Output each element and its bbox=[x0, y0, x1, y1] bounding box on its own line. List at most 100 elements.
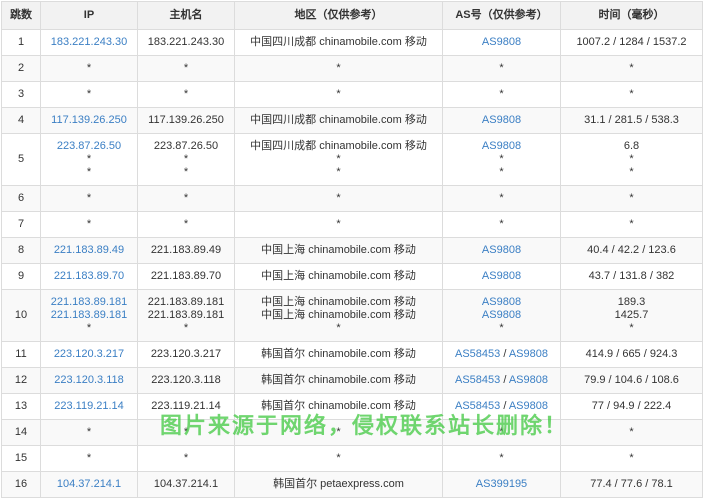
time-value: * bbox=[629, 426, 634, 438]
hop-cell: 3 bbox=[1, 81, 41, 108]
ip-cell: * bbox=[40, 445, 138, 472]
as-link[interactable]: AS9808 bbox=[509, 374, 548, 386]
as-line: * bbox=[443, 452, 560, 465]
as-line: * bbox=[443, 153, 560, 166]
as-link[interactable]: AS9808 bbox=[482, 270, 521, 282]
hop-cell: 2 bbox=[1, 55, 41, 82]
header-ip: IP bbox=[40, 1, 138, 30]
as-line: AS58453 / AS9808 bbox=[443, 374, 560, 387]
ip-link[interactable]: 223.119.21.14 bbox=[41, 400, 137, 413]
region-value: 中国四川成都 chinamobile.com 移动 bbox=[250, 36, 427, 48]
ip-link[interactable]: 223.87.26.50 bbox=[41, 140, 137, 153]
hostname-cell: 221.183.89.181 221.183.89.181 * bbox=[137, 289, 235, 342]
ip-link[interactable]: 221.183.89.181 bbox=[41, 296, 137, 309]
time-cell: 31.1 / 281.5 / 538.3 bbox=[560, 107, 703, 134]
header-hostname: 主机名 bbox=[137, 1, 235, 30]
table-row: 16 104.37.214.1 104.37.214.1 韩国首尔 petaexpre… bbox=[1, 471, 703, 498]
as-link[interactable]: AS9808 bbox=[482, 36, 521, 48]
table-row: 5 223.87.26.50 * * 223.87.26.50 * * 中国四川成都 chin… bbox=[1, 133, 703, 186]
region-cell: * bbox=[234, 81, 443, 108]
ip-link[interactable]: 221.183.89.70 bbox=[41, 270, 137, 283]
hop-cell: 10 bbox=[1, 289, 41, 342]
time-cell: * bbox=[560, 185, 703, 212]
time-value: 189.3 bbox=[617, 296, 646, 308]
hostname-value: * bbox=[183, 452, 189, 464]
time-value: 43.7 / 131.8 / 382 bbox=[588, 270, 675, 282]
hostname-value: 221.183.89.70 bbox=[150, 270, 222, 282]
hop-cell: 8 bbox=[1, 237, 41, 264]
time-cell: * bbox=[560, 55, 703, 82]
ip-cell: * bbox=[40, 211, 138, 238]
time-cell: 79.9 / 104.6 / 108.6 bbox=[560, 367, 703, 394]
as-link[interactable]: AS9808 bbox=[482, 244, 521, 256]
as-link[interactable]: AS9808 bbox=[482, 309, 521, 321]
table-row: 3 * * * * * bbox=[1, 81, 703, 108]
ip-link[interactable]: 221.183.89.49 bbox=[41, 244, 137, 257]
as-cell: * bbox=[442, 55, 561, 82]
as-link[interactable]: AS399195 bbox=[476, 478, 527, 490]
hostname-cell: * bbox=[137, 445, 235, 472]
hostname-value: 223.120.3.118 bbox=[151, 374, 221, 386]
as-cell: AS9808 AS9808 * bbox=[442, 289, 561, 342]
as-line: AS9808 bbox=[443, 114, 560, 127]
as-line: * bbox=[443, 88, 560, 101]
ip-link[interactable]: 104.37.214.1 bbox=[41, 478, 137, 491]
region-value: * bbox=[336, 192, 341, 204]
as-link[interactable]: AS9808 bbox=[482, 140, 521, 152]
as-line: * bbox=[443, 62, 560, 75]
as-value: * bbox=[499, 218, 504, 230]
as-cell: AS399195 bbox=[442, 471, 561, 498]
region-cell: * bbox=[234, 445, 443, 472]
region-cell: 中国上海 chinamobile.com 移动 bbox=[234, 263, 443, 290]
table-row: 11 223.120.3.217 223.120.3.217 韩国首尔 chinamo… bbox=[1, 341, 703, 368]
time-cell: 43.7 / 131.8 / 382 bbox=[560, 263, 703, 290]
ip-value: * bbox=[86, 166, 92, 178]
table-row: 6 * * * * * bbox=[1, 185, 703, 212]
as-link[interactable]: AS9808 bbox=[482, 114, 521, 126]
ip-cell: * bbox=[40, 81, 138, 108]
ip-link[interactable]: 117.139.26.250 bbox=[41, 114, 137, 127]
ip-value: * bbox=[86, 218, 92, 230]
as-cell: * bbox=[442, 211, 561, 238]
table-row: 2 * * * * * bbox=[1, 55, 703, 82]
time-value: 77 / 94.9 / 222.4 bbox=[591, 400, 672, 412]
ip-link[interactable]: 183.221.243.30 bbox=[41, 36, 137, 49]
as-line: * bbox=[443, 192, 560, 205]
hop-cell: 12 bbox=[1, 367, 41, 394]
as-link[interactable]: AS58453 bbox=[455, 348, 500, 360]
as-cell: AS9808 bbox=[442, 263, 561, 290]
as-line: AS58453 / AS9808 bbox=[443, 348, 560, 361]
region-cell: 中国上海 chinamobile.com 移动 中国上海 chinamobile.… bbox=[234, 289, 443, 342]
hostname-cell: 223.87.26.50 * * bbox=[137, 133, 235, 186]
region-cell: 韩国首尔 chinamobile.com 移动 bbox=[234, 367, 443, 394]
as-link[interactable]: AS58453 bbox=[455, 374, 500, 386]
hop-cell: 14 bbox=[1, 419, 41, 446]
region-value: * bbox=[336, 218, 341, 230]
hostname-value: * bbox=[183, 153, 189, 165]
as-line: AS9808 bbox=[443, 270, 560, 283]
time-value: 77.4 / 77.6 / 78.1 bbox=[590, 478, 673, 490]
hop-cell: 11 bbox=[1, 341, 41, 368]
time-value: * bbox=[629, 153, 634, 165]
region-value: * bbox=[336, 88, 341, 100]
as-link[interactable]: AS9808 bbox=[482, 296, 521, 308]
as-cell: * bbox=[442, 81, 561, 108]
region-value: 中国四川成都 chinamobile.com 移动 bbox=[250, 140, 427, 152]
as-line: * bbox=[443, 166, 560, 179]
as-link[interactable]: AS9808 bbox=[509, 348, 548, 360]
ip-cell: 223.120.3.217 bbox=[40, 341, 138, 368]
as-value: * bbox=[499, 192, 504, 204]
ip-link[interactable]: 223.120.3.217 bbox=[41, 348, 137, 361]
time-value: * bbox=[629, 322, 634, 334]
ip-value: * bbox=[86, 322, 92, 334]
ip-link[interactable]: 221.183.89.181 bbox=[41, 309, 137, 322]
table-row: 12 223.120.3.118 223.120.3.118 韩国首尔 chinamo… bbox=[1, 367, 703, 394]
hostname-value: 183.221.243.30 bbox=[147, 36, 225, 48]
ip-cell: 223.87.26.50 * * bbox=[40, 133, 138, 186]
region-value: 中国上海 chinamobile.com 移动 bbox=[261, 309, 416, 321]
ip-link[interactable]: 223.120.3.118 bbox=[41, 374, 137, 387]
time-value: 79.9 / 104.6 / 108.6 bbox=[584, 374, 679, 386]
table-row: 10 221.183.89.181 221.183.89.181 * 221.183.8… bbox=[1, 289, 703, 342]
time-cell: 6.8 * * bbox=[560, 133, 703, 186]
time-value: * bbox=[629, 166, 634, 178]
